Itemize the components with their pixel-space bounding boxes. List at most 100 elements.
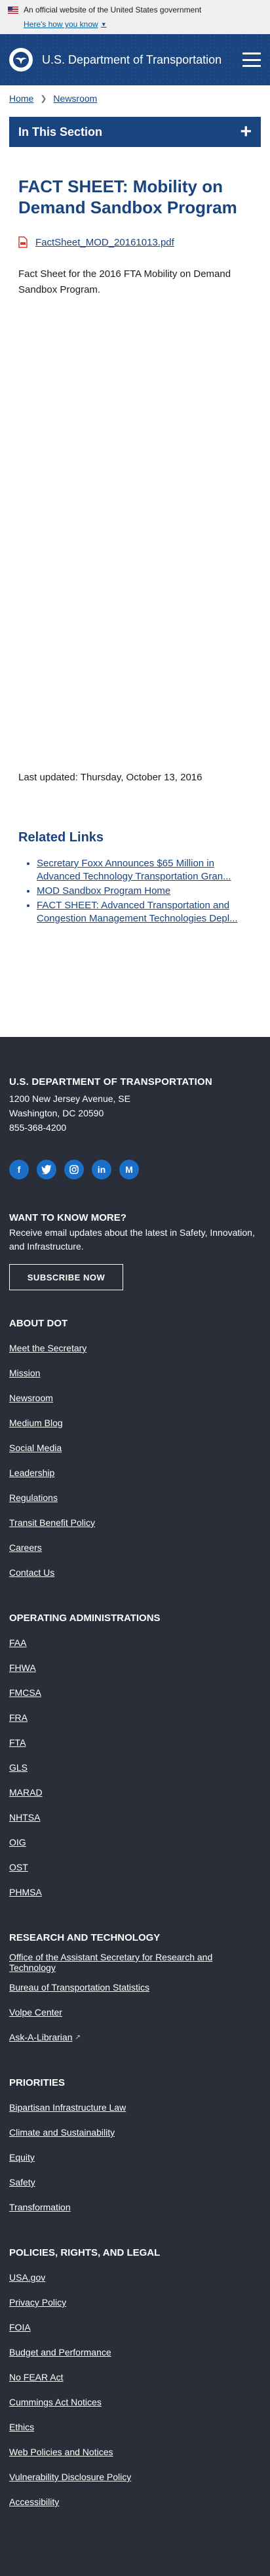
footer-link[interactable]: Contact Us	[9, 1567, 54, 1578]
footer-link[interactable]: Meet the Secretary	[9, 1343, 87, 1353]
footer-link[interactable]: MARAD	[9, 1787, 43, 1798]
list-item: Web Policies and Notices	[9, 2439, 261, 2464]
breadcrumb-separator-icon: ❯	[40, 94, 47, 103]
footer-link[interactable]: GLS	[9, 1762, 28, 1773]
site-title[interactable]: U.S. Department of Transportation	[42, 53, 242, 67]
footer-link[interactable]: FAA	[9, 1637, 26, 1648]
list-item: GLS	[9, 1755, 261, 1780]
operating-admins-links: FAA FHWA FMCSA FRA FTA GLS MARAD NHTSA O…	[9, 1630, 261, 1905]
gov-banner-toggle[interactable]: Here's how you know ▼	[24, 20, 107, 29]
footer-link[interactable]: Regulations	[9, 1492, 58, 1503]
footer-link[interactable]: Safety	[9, 2177, 35, 2187]
menu-bar	[242, 58, 261, 61]
instagram-icon[interactable]	[64, 1160, 84, 1179]
pdf-file-icon	[18, 236, 28, 248]
breadcrumb-home[interactable]: Home	[9, 93, 33, 104]
related-links-list: Secretary Foxx Announces $65 Million in …	[37, 857, 252, 925]
footer-link[interactable]: FRA	[9, 1712, 28, 1723]
list-item: Transit Benefit Policy	[9, 1510, 261, 1535]
list-item: PHMSA	[9, 1880, 261, 1905]
plus-icon: +	[240, 121, 252, 142]
policies-heading: POLICIES, RIGHTS, AND LEGAL	[9, 2247, 161, 2258]
newsletter-title: WANT TO KNOW MORE?	[9, 1212, 126, 1223]
newsletter-text: Receive email updates about the latest i…	[9, 1227, 255, 1252]
gov-banner-link-label: Here's how you know	[24, 20, 98, 29]
operating-admins-heading: OPERATING ADMINISTRATIONS	[9, 1613, 161, 1624]
dot-seal-logo[interactable]	[9, 48, 33, 72]
policies-links: USA.gov Privacy Policy FOIA Budget and P…	[9, 2265, 261, 2514]
related-link[interactable]: Secretary Foxx Announces $65 Million in …	[37, 858, 231, 882]
footer-link[interactable]: Budget and Performance	[9, 2347, 111, 2357]
related-link[interactable]: FACT SHEET: Advanced Transportation and …	[37, 900, 238, 924]
address-line: 1200 New Jersey Avenue, SE	[9, 1093, 130, 1104]
medium-icon[interactable]: M	[119, 1160, 139, 1179]
list-item: Social Media	[9, 1435, 261, 1460]
facebook-icon[interactable]: f	[9, 1160, 29, 1179]
footer-link[interactable]: FHWA	[9, 1662, 36, 1673]
list-item: Careers	[9, 1535, 261, 1560]
footer-link[interactable]: Transformation	[9, 2202, 71, 2212]
footer-link[interactable]: Accessibility	[9, 2497, 59, 2507]
list-item: USA.gov	[9, 2265, 261, 2290]
phone-number: 855-368-4200	[9, 1122, 67, 1133]
research-heading: RESEARCH AND TECHNOLOGY	[9, 1932, 161, 1943]
address-line: Washington, DC 20590	[9, 1108, 104, 1118]
footer-link[interactable]: Cummings Act Notices	[9, 2397, 102, 2407]
breadcrumb-newsroom[interactable]: Newsroom	[53, 93, 97, 104]
footer-link[interactable]: Web Policies and Notices	[9, 2447, 113, 2457]
footer-link[interactable]: Ask-A-Librarian	[9, 2032, 72, 2042]
footer-link[interactable]: FOIA	[9, 2322, 31, 2333]
footer-link[interactable]: USA.gov	[9, 2272, 45, 2283]
footer-link[interactable]: Careers	[9, 1542, 42, 1553]
linkedin-icon[interactable]: in	[92, 1160, 111, 1179]
footer-link[interactable]: Vulnerability Disclosure Policy	[9, 2472, 131, 2482]
footer-link[interactable]: PHMSA	[9, 1887, 42, 1897]
social-links: f in M	[9, 1160, 261, 1179]
menu-button[interactable]	[242, 53, 261, 67]
footer-link[interactable]: Newsroom	[9, 1393, 53, 1403]
list-item: Newsroom	[9, 1385, 261, 1410]
list-item: FHWA	[9, 1655, 261, 1680]
footer-link[interactable]: NHTSA	[9, 1812, 40, 1823]
footer-link[interactable]: Equity	[9, 2152, 35, 2163]
footer-link[interactable]: Climate and Sustainability	[9, 2127, 115, 2138]
footer-link[interactable]: Volpe Center	[9, 2007, 62, 2017]
list-item: Bureau of Transportation Statistics	[9, 1975, 261, 2000]
list-item: Bipartisan Infrastructure Law	[9, 2095, 261, 2120]
footer-link[interactable]: Social Media	[9, 1443, 62, 1453]
footer-link[interactable]: Bureau of Transportation Statistics	[9, 1982, 149, 1993]
in-this-section-toggle[interactable]: In This Section +	[9, 117, 261, 147]
footer-link[interactable]: No FEAR Act	[9, 2372, 63, 2382]
us-flag-icon	[8, 6, 18, 14]
list-item: FAA	[9, 1630, 261, 1655]
footer-link[interactable]: Transit Benefit Policy	[9, 1517, 95, 1528]
related-link[interactable]: MOD Sandbox Program Home	[37, 885, 170, 897]
page-description: Fact Sheet for the 2016 FTA Mobility on …	[18, 268, 231, 295]
twitter-icon[interactable]	[37, 1160, 56, 1179]
footer-link[interactable]: Office of the Assistant Secretary for Re…	[9, 1952, 261, 1973]
list-item: Vulnerability Disclosure Policy	[9, 2464, 261, 2489]
footer-link[interactable]: OST	[9, 1862, 28, 1872]
list-item: Secretary Foxx Announces $65 Million in …	[37, 857, 252, 883]
list-item: Cummings Act Notices	[9, 2390, 261, 2415]
list-item: FTA	[9, 1730, 261, 1755]
related-links-title: Related Links	[18, 830, 104, 845]
footer-link[interactable]: Ethics	[9, 2422, 34, 2432]
footer-link[interactable]: Bipartisan Infrastructure Law	[9, 2102, 126, 2113]
footer-link[interactable]: Medium Blog	[9, 1418, 63, 1428]
subscribe-button[interactable]: SUBSCRIBE NOW	[9, 1264, 123, 1290]
list-item: Volpe Center	[9, 2000, 261, 2025]
footer-link[interactable]: Mission	[9, 1368, 40, 1378]
footer-link[interactable]: Leadership	[9, 1467, 54, 1478]
file-download-link[interactable]: FactSheet_MOD_20161013.pdf	[35, 237, 174, 248]
list-item: Accessibility	[9, 2489, 261, 2514]
footer-link[interactable]: Privacy Policy	[9, 2297, 66, 2308]
footer-link[interactable]: FTA	[9, 1737, 26, 1748]
gov-banner: An official website of the United States…	[0, 0, 270, 34]
list-item: FMCSA	[9, 1680, 261, 1705]
footer-link[interactable]: FMCSA	[9, 1687, 41, 1698]
footer-link[interactable]: OIG	[9, 1837, 26, 1848]
list-item: Contact Us	[9, 1560, 261, 1585]
list-item: NHTSA	[9, 1805, 261, 1830]
list-item: Leadership	[9, 1460, 261, 1485]
